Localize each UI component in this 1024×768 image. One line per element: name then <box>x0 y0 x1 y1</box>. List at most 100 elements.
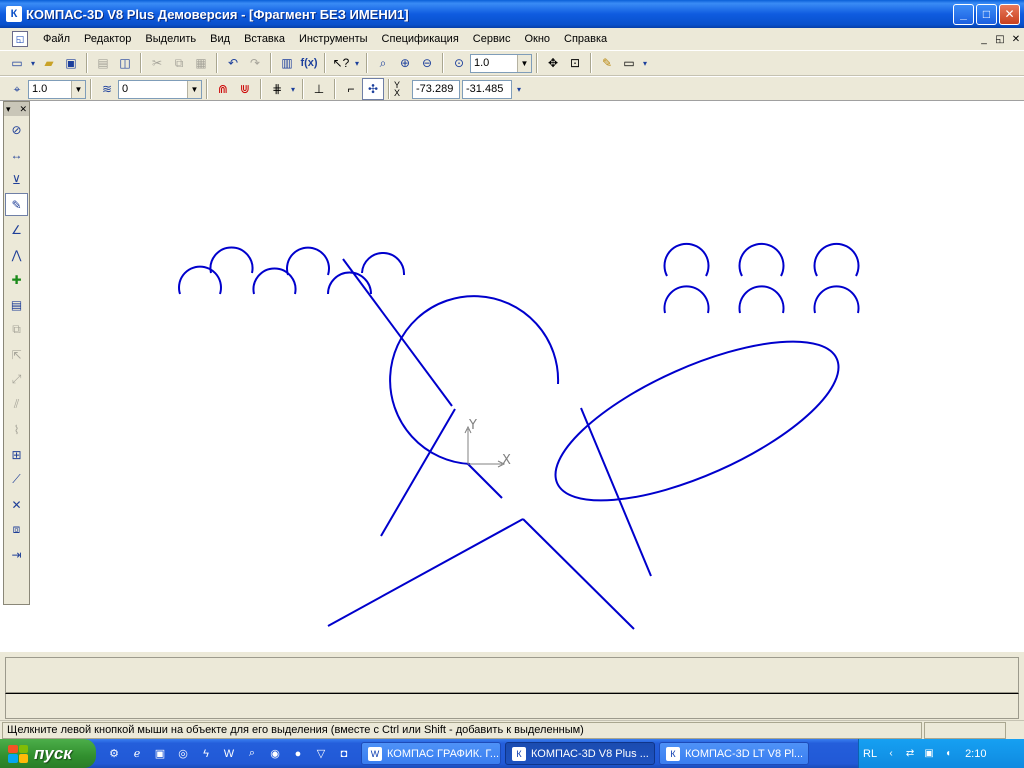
trim-icon[interactable]: ⟋ <box>5 468 28 491</box>
filter-quicklaunch-icon[interactable]: ▽ <box>311 744 331 764</box>
help-dropdown-icon[interactable]: ▾ <box>352 52 362 74</box>
opera-quicklaunch-icon[interactable]: ● <box>288 744 308 764</box>
zoom-out-icon[interactable]: ⊖ <box>416 52 438 74</box>
large-arc[interactable] <box>389 295 560 465</box>
panel-menu-icon[interactable]: ▾ <box>6 104 11 115</box>
insert-view-icon[interactable]: ⊞ <box>5 443 28 466</box>
y-coordinate-field[interactable]: -31.485 <box>462 79 512 99</box>
cut-icon[interactable]: ✂ <box>146 52 168 74</box>
line-segment[interactable] <box>580 407 652 577</box>
zoom-window-icon[interactable]: ⌕ <box>372 52 394 74</box>
arc-shape[interactable] <box>663 242 710 277</box>
menu-view[interactable]: Вид <box>203 33 237 45</box>
line-segment[interactable] <box>327 518 524 627</box>
app-quicklaunch-icon[interactable]: ◘ <box>334 744 354 764</box>
current-layer-combo[interactable]: 0 ▼ <box>118 79 202 99</box>
arc-shape[interactable] <box>327 271 372 295</box>
taskbar-item-kompas-lt[interactable]: К КОМПАС-3D LT V8 Pl... <box>659 742 809 765</box>
manager-icon[interactable]: ▥ <box>276 52 298 74</box>
arc-shape[interactable] <box>178 265 222 295</box>
snap-magnet-icon[interactable]: ⋒ <box>212 78 234 100</box>
menu-file[interactable]: Файл <box>36 33 77 45</box>
drawing-svg[interactable]: Y X <box>0 101 1024 653</box>
menu-insert[interactable]: Вставка <box>237 33 292 45</box>
arc-shape[interactable] <box>813 242 860 277</box>
maximize-button[interactable]: □ <box>976 3 997 25</box>
network-quicklaunch-icon[interactable]: ◎ <box>173 744 193 764</box>
arc-shape[interactable] <box>209 246 254 274</box>
new-document-icon[interactable]: ▭ <box>6 52 28 74</box>
menu-service[interactable]: Сервис <box>466 33 518 45</box>
designations-icon[interactable]: ⊻ <box>5 168 28 191</box>
arc-shape[interactable] <box>361 252 406 276</box>
line-segment[interactable] <box>522 518 635 630</box>
edit-icon[interactable]: ✎ <box>5 193 28 216</box>
layers-icon[interactable]: ≋ <box>96 78 118 100</box>
media-quicklaunch-icon[interactable]: ◉ <box>265 744 285 764</box>
print-preview-icon[interactable]: ◫ <box>114 52 136 74</box>
chevron-down-icon[interactable]: ▼ <box>187 80 201 98</box>
kompas-app-icon[interactable]: К <box>6 6 22 22</box>
compact-panel-header[interactable]: ▾ ✕ <box>4 102 29 116</box>
taskbar-item-kompas-v8-plus[interactable]: К КОМПАС-3D V8 Plus ... <box>505 742 655 765</box>
parametrization-icon[interactable]: ∠ <box>5 218 28 241</box>
dimensions-icon[interactable]: ↔ <box>5 143 28 166</box>
cursor-step-combo[interactable]: 1.0 ▼ <box>28 79 86 99</box>
close-button[interactable]: ✕ <box>999 3 1020 25</box>
zoom-in-icon[interactable]: ⊕ <box>394 52 416 74</box>
volume-tray-icon[interactable]: ◖ <box>940 746 956 762</box>
menu-select[interactable]: Выделить <box>138 33 203 45</box>
geometry-icon[interactable]: ⊘ <box>5 118 28 141</box>
coords-dropdown-icon[interactable]: ▾ <box>514 78 524 100</box>
scale-icon[interactable]: ⤢ <box>5 368 28 391</box>
zoom-scale-combo[interactable]: 1.0 ▼ <box>470 53 532 73</box>
open-folder-icon[interactable]: ▰ <box>38 52 60 74</box>
arc-shape[interactable] <box>663 285 710 314</box>
taskbar-item-kompas-grafik[interactable]: W КОМПАС ГРАФИК. Г... <box>361 742 501 765</box>
menu-tools[interactable]: Инструменты <box>292 33 375 45</box>
measure-icon[interactable]: ⋀ <box>5 243 28 266</box>
copy-icon[interactable]: ⧉ <box>168 52 190 74</box>
menu-editor[interactable]: Редактор <box>77 33 138 45</box>
line-segment[interactable] <box>380 408 456 537</box>
ellipse-shape[interactable] <box>535 309 858 532</box>
arc-shape[interactable] <box>252 267 297 295</box>
undo-icon[interactable]: ↶ <box>222 52 244 74</box>
network-tray-icon[interactable]: ⇄ <box>902 746 918 762</box>
break-icon[interactable]: ✕ <box>5 493 28 516</box>
chevron-down-icon[interactable]: ▼ <box>71 80 85 98</box>
parametric-mode-icon[interactable]: ✣ <box>362 78 384 100</box>
arc-shape[interactable] <box>813 285 860 314</box>
tray-app-icon[interactable]: ▣ <box>921 746 937 762</box>
arc-shape[interactable] <box>286 246 330 276</box>
arc-shape[interactable] <box>738 285 785 314</box>
search-quicklaunch-icon[interactable]: ⌕ <box>242 744 262 764</box>
ie-quicklaunch-icon[interactable]: ℯ <box>127 744 147 764</box>
settings-quicklaunch-icon[interactable]: ⚙ <box>104 744 124 764</box>
deform-icon[interactable]: ⌇ <box>5 418 28 441</box>
show-all-icon[interactable]: ⊡ <box>564 52 586 74</box>
stretch-icon[interactable]: ⇥ <box>5 543 28 566</box>
panel-close-icon[interactable]: ✕ <box>19 104 27 115</box>
line-segment[interactable] <box>467 463 503 499</box>
display-options-icon[interactable]: ▭ <box>618 52 640 74</box>
document-icon[interactable]: ◱ <box>12 31 28 47</box>
winamp-quicklaunch-icon[interactable]: ϟ <box>196 744 216 764</box>
doc-restore-button[interactable]: ◱ <box>992 31 1008 47</box>
copy-object-icon[interactable]: ⧉ <box>5 318 28 341</box>
grid-dropdown-icon[interactable]: ▾ <box>288 78 298 100</box>
language-indicator[interactable]: RL <box>863 748 877 760</box>
line-segment[interactable] <box>342 258 453 407</box>
redo-icon[interactable]: ↷ <box>244 52 266 74</box>
menu-specification[interactable]: Спецификация <box>375 33 466 45</box>
word-quicklaunch-icon[interactable]: W <box>219 744 239 764</box>
cursor-step-icon[interactable]: ⌖ <box>6 78 28 100</box>
arc-shape[interactable] <box>738 242 785 277</box>
tray-chevron-icon[interactable]: ‹ <box>883 746 899 762</box>
doc-minimize-button[interactable]: _ <box>976 31 992 47</box>
print-icon[interactable]: ▤ <box>92 52 114 74</box>
minimize-button[interactable]: _ <box>953 3 974 25</box>
save-icon[interactable]: ▣ <box>60 52 82 74</box>
menu-help[interactable]: Справка <box>557 33 614 45</box>
fragment-icon[interactable]: ⧈ <box>5 518 28 541</box>
